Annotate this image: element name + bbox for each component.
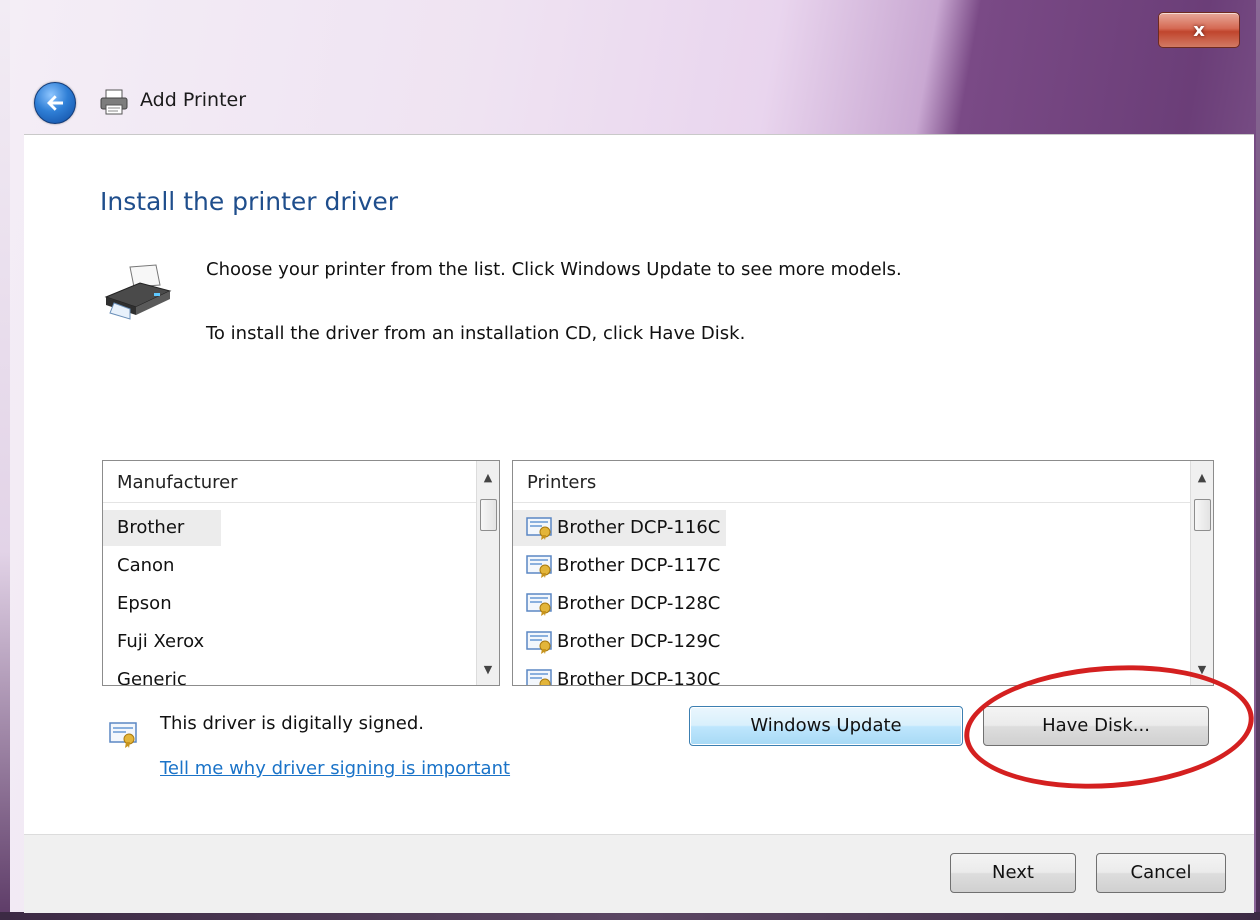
back-button[interactable] [34,82,76,124]
scroll-up-icon[interactable]: ▲ [477,467,499,489]
list-item[interactable]: Canon [103,548,174,584]
windows-update-button[interactable]: Windows Update [689,706,963,746]
window-frame-bottom [0,912,1260,920]
list-item[interactable]: Brother [103,510,221,546]
manufacturer-column-header[interactable]: Manufacturer [103,461,477,503]
printers-list[interactable]: Printers Brother DCP-116C Brother DCP-11… [512,460,1214,686]
certificate-icon [526,593,552,616]
window-frame-left [0,0,10,920]
scroll-thumb[interactable] [1194,499,1211,531]
scroll-thumb[interactable] [480,499,497,531]
list-item[interactable]: Generic [103,662,187,685]
next-button[interactable]: Next [950,853,1076,893]
back-arrow-icon [47,95,63,111]
list-item[interactable]: Brother DCP-129C [513,624,720,660]
window-title: Add Printer [140,89,247,111]
cancel-button[interactable]: Cancel [1096,853,1226,893]
printer-icon [100,89,128,115]
window-frame-right [1256,0,1260,920]
manufacturer-scrollbar[interactable]: ▲ ▼ [476,461,499,685]
instruction-choose-printer: Choose your printer from the list. Click… [206,259,902,280]
list-item[interactable]: Brother DCP-130C [513,662,720,685]
list-item[interactable]: Brother DCP-128C [513,586,720,622]
list-item[interactable]: Brother DCP-117C [513,548,720,584]
close-icon: x [1193,19,1205,41]
instruction-have-disk: To install the driver from an installati… [206,323,746,344]
certificate-icon [526,555,552,578]
printers-column-header[interactable]: Printers [513,461,1191,503]
wizard-footer: Next Cancel [24,834,1254,913]
certificate-icon [526,631,552,654]
certificate-icon [526,669,552,685]
list-item[interactable]: Epson [103,586,172,622]
driver-signed-status: This driver is digitally signed. [160,713,425,734]
manufacturer-list[interactable]: Manufacturer Brother Canon Epson Fuji Xe… [102,460,500,686]
scroll-down-icon[interactable]: ▼ [477,659,499,681]
list-item[interactable]: Fuji Xerox [103,624,204,660]
certificate-icon [109,722,137,748]
list-item[interactable]: Brother DCP-116C [513,510,727,546]
scroll-up-icon[interactable]: ▲ [1191,467,1213,489]
printers-scrollbar[interactable]: ▲ ▼ [1190,461,1213,685]
add-printer-window: x Add Printer Install the printer driver… [0,0,1260,920]
driver-signing-link[interactable]: Tell me why driver signing is important [160,758,510,779]
certificate-icon [526,517,552,540]
printer-icon [104,264,172,320]
page-title: Install the printer driver [100,187,399,216]
close-button[interactable]: x [1158,12,1240,48]
